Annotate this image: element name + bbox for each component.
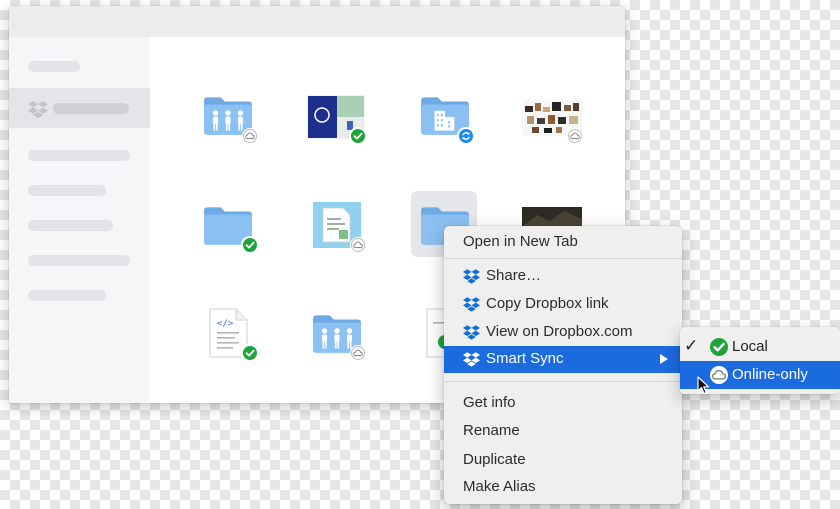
dropbox-icon xyxy=(463,268,480,284)
menu-separator xyxy=(444,381,682,382)
syncing-badge-icon xyxy=(459,129,473,143)
synced-badge-icon xyxy=(710,338,728,356)
synced-badge-icon xyxy=(351,129,365,143)
dropbox-icon xyxy=(463,324,480,340)
dropbox-icon xyxy=(28,101,48,118)
online-only-badge-icon xyxy=(351,346,365,360)
submenu-item-label: Local xyxy=(732,338,768,355)
menu-item-get-info[interactable]: Get info xyxy=(444,390,682,416)
context-menu: Open in New Tab Share… Copy Dropbox link… xyxy=(444,226,682,504)
menu-item-rename[interactable]: Rename xyxy=(444,418,682,444)
menu-item-label: Make Alias xyxy=(463,478,536,495)
menu-item-label: Duplicate xyxy=(463,451,526,468)
menu-item-duplicate[interactable]: Duplicate xyxy=(444,447,682,473)
menu-item-make-alias[interactable]: Make Alias xyxy=(444,474,682,500)
synced-badge-icon xyxy=(243,346,257,360)
menu-item-label: Copy Dropbox link xyxy=(486,295,609,312)
submenu-item-local[interactable]: ✓ Local xyxy=(680,333,840,361)
checkmark-icon: ✓ xyxy=(684,336,699,355)
menu-item-view-on-dropbox[interactable]: View on Dropbox.com xyxy=(444,319,682,345)
synced-badge-icon xyxy=(243,238,257,252)
sidebar-item-dropbox-label xyxy=(53,103,129,114)
menu-item-open-new-tab[interactable]: Open in New Tab xyxy=(444,229,682,255)
sidebar xyxy=(9,37,150,403)
menu-item-label: View on Dropbox.com xyxy=(486,323,633,340)
online-only-badge-icon xyxy=(243,129,257,143)
online-only-badge-icon xyxy=(351,238,365,252)
dropbox-icon xyxy=(463,296,480,312)
menu-item-copy-dropbox-link[interactable]: Copy Dropbox link xyxy=(444,291,682,317)
menu-item-share[interactable]: Share… xyxy=(444,263,682,289)
menu-item-label: Share… xyxy=(486,267,542,284)
submenu-item-label: Online-only xyxy=(732,366,808,383)
sidebar-item-7[interactable] xyxy=(28,290,106,301)
menu-separator xyxy=(444,258,682,259)
cloud-badge-icon xyxy=(710,366,728,384)
online-only-badge-icon xyxy=(568,129,582,143)
sidebar-item-3[interactable] xyxy=(28,150,130,161)
menu-item-label: Get info xyxy=(463,394,516,411)
window-titlebar[interactable] xyxy=(9,6,625,37)
svg-text:</>: </> xyxy=(217,319,234,329)
menu-item-label: Rename xyxy=(463,422,520,439)
sidebar-item-4[interactable] xyxy=(28,185,106,196)
sidebar-item-5[interactable] xyxy=(28,220,113,231)
sidebar-item-1[interactable] xyxy=(28,61,80,72)
mouse-cursor-icon xyxy=(697,376,710,395)
dropbox-icon xyxy=(463,351,480,367)
menu-item-smart-sync[interactable]: Smart Sync xyxy=(444,346,682,373)
menu-item-label: Smart Sync xyxy=(486,350,564,367)
submenu-arrow-icon xyxy=(660,354,668,364)
photo-thumbnail-icon xyxy=(522,207,582,227)
sidebar-item-6[interactable] xyxy=(28,255,130,266)
dark-photo-item[interactable] xyxy=(522,207,582,227)
menu-item-label: Open in New Tab xyxy=(463,233,578,250)
